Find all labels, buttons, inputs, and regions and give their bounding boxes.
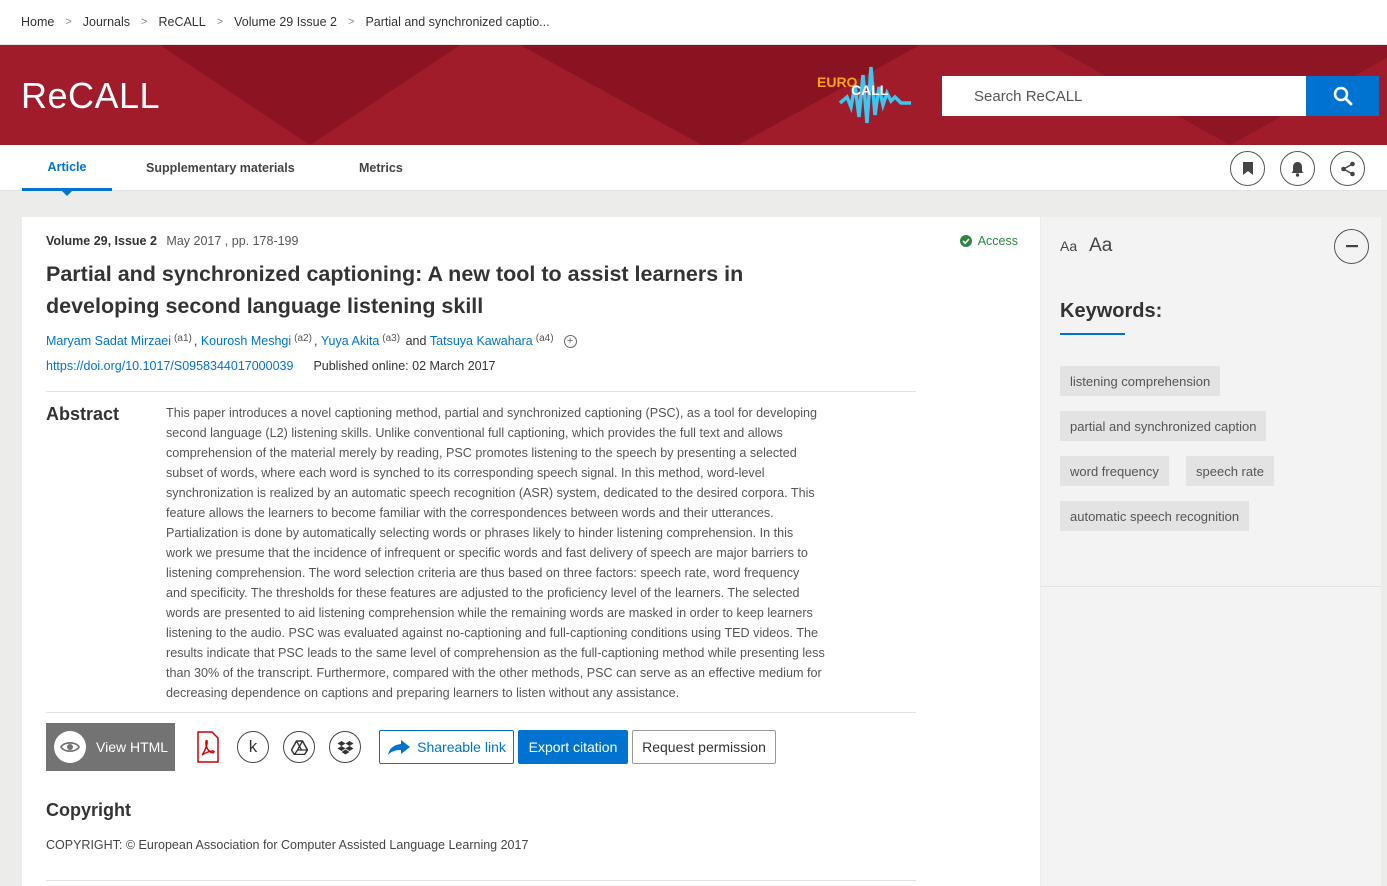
divider [1041,586,1381,587]
keyword-tag[interactable]: speech rate [1186,456,1274,486]
author-link[interactable]: Yuya Akita [321,334,379,348]
eye-icon [54,731,86,763]
affiliation-marker[interactable]: (a1) [174,333,192,344]
access-label: Access [977,234,1018,248]
affiliation-marker[interactable]: (a2) [294,333,312,344]
expand-authors-icon[interactable]: + [563,334,577,348]
article-card: Volume 29, Issue 2 May 2017 , pp. 178-19… [22,217,1040,886]
author-list: Maryam Sadat Mirzaei (a1), Kourosh Meshgi… [46,333,577,348]
kudos-button[interactable]: k [237,731,269,763]
keyword-tag[interactable]: word frequency [1060,456,1169,486]
dropbox-button[interactable] [329,731,361,763]
article-tabs: Article Supplementary materials Metrics [0,145,1387,196]
check-circle-icon [959,235,972,247]
copyright-heading: Copyright [46,800,131,820]
journal-header: ReCALL EURO CALL [0,45,1387,145]
dropbox-icon [337,740,353,754]
share-button[interactable] [1330,151,1365,186]
shareable-link-label: Shareable link [417,739,506,755]
issue-meta: Volume 29, Issue 2 May 2017 , pp. 178-19… [46,234,298,248]
published-date: Published online: 02 March 2017 [313,359,496,373]
breadcrumb: Home > Journals > ReCALL > Volume 29 Iss… [0,0,1387,45]
doi-link[interactable]: https://doi.org/10.1017/S095834401700003… [46,359,293,373]
share-arrow-icon [388,739,411,755]
tab-supplementary-materials[interactable]: Supplementary materials [146,145,295,191]
alert-button[interactable] [1280,151,1315,186]
keywords-underline [1060,333,1125,335]
search-input[interactable] [942,76,1306,116]
tab-article[interactable]: Article [22,145,112,196]
author-link[interactable]: Kourosh Meshgi [201,334,291,348]
affiliation-marker[interactable]: (a4) [536,333,554,344]
search-button[interactable] [1306,76,1379,116]
view-html-button[interactable]: View HTML [46,723,175,771]
bookmark-icon [1242,162,1253,175]
keywords-sidebar: Aa Aa Keywords: listening comprehension … [1041,217,1381,886]
pdf-download-button[interactable] [196,731,220,763]
copyright-text: COPYRIGHT: © European Association for Co… [46,838,529,852]
affiliation-marker[interactable]: (a3) [382,333,400,344]
decrease-font-button[interactable]: Aa [1060,238,1077,254]
author-link[interactable]: Maryam Sadat Mirzaei [46,334,171,348]
date-pages: May 2017 , pp. 178-199 [166,234,299,248]
search-bar [942,76,1379,116]
google-drive-button[interactable] [283,731,315,763]
svg-text:CALL: CALL [851,82,889,98]
keyword-tag[interactable]: listening comprehension [1060,366,1221,396]
access-status: Access [959,234,1018,248]
journal-title[interactable]: ReCALL [21,75,160,117]
request-permission-button[interactable]: Request permission [632,730,776,764]
minus-icon [1345,245,1358,248]
volume-issue[interactable]: Volume 29, Issue 2 [46,234,157,248]
chevron-right-icon: > [141,16,148,28]
divider [46,712,916,713]
article-title: Partial and synchronized captioning: A n… [46,262,744,318]
doi-line: https://doi.org/10.1017/S095834401700003… [46,359,496,373]
eurocall-logo[interactable]: EURO CALL [815,57,913,129]
breadcrumb-home[interactable]: Home [21,15,54,29]
share-icon [1340,161,1355,176]
chevron-right-icon: > [348,16,355,28]
search-icon [1333,86,1352,106]
bell-icon [1291,161,1304,177]
chevron-right-icon: > [65,16,72,28]
collapse-sidebar-button[interactable] [1334,229,1369,264]
keywords-heading: Keywords: [1060,300,1163,322]
keyword-tag[interactable]: partial and synchronized caption [1060,411,1267,441]
article-actions: View HTML k Shareable link Export citati… [46,723,916,771]
keyword-tag[interactable]: automatic speech recognition [1060,501,1250,531]
font-size-controls: Aa Aa [1060,235,1112,257]
view-html-label: View HTML [96,739,169,755]
divider [46,391,916,392]
kudos-icon: k [248,737,258,756]
abstract-heading: Abstract [46,404,120,424]
pdf-icon [197,731,219,763]
breadcrumb-issue[interactable]: Volume 29 Issue 2 [234,15,337,29]
shareable-link-button[interactable]: Shareable link [379,730,514,764]
breadcrumb-current: Partial and synchronized captio... [365,15,550,29]
google-drive-icon [290,739,308,755]
export-citation-button[interactable]: Export citation [518,730,628,764]
increase-font-button[interactable]: Aa [1089,235,1112,257]
chevron-right-icon: > [216,16,224,28]
bookmark-button[interactable] [1230,151,1265,186]
author-link[interactable]: Tatsuya Kawahara [430,334,533,348]
divider [46,880,916,881]
breadcrumb-recall[interactable]: ReCALL [158,15,205,29]
breadcrumb-journals[interactable]: Journals [83,15,130,29]
tab-metrics[interactable]: Metrics [359,145,403,191]
abstract-text: This paper introduces a novel captioning… [166,406,825,700]
